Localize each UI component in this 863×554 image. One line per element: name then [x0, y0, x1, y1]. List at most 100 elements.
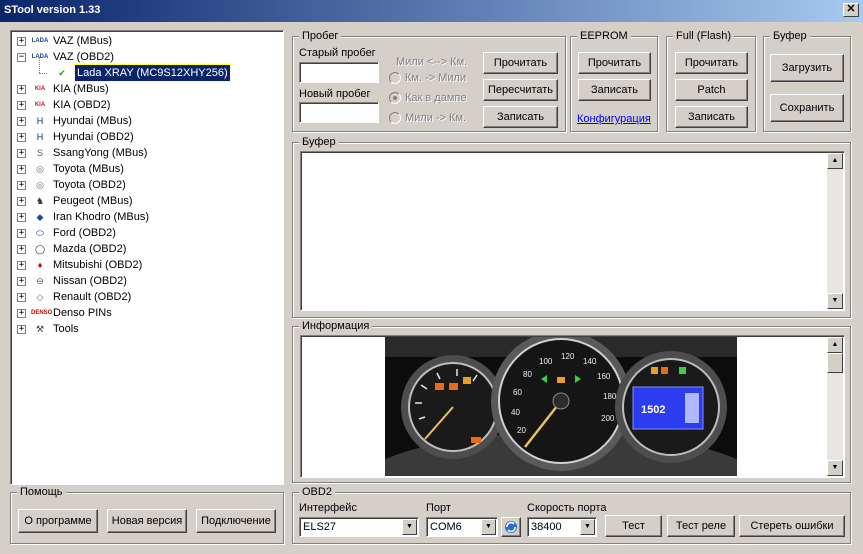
tree-item-label[interactable]: Hyundai (OBD2)	[53, 129, 134, 145]
tree-item[interactable]: + ♞ Peugeot (MBus)	[15, 193, 280, 209]
interface-dropdown-icon[interactable]: ▼	[402, 519, 417, 535]
expand-icon[interactable]: +	[17, 117, 26, 126]
tree-item-label[interactable]: Toyota (MBus)	[53, 161, 124, 177]
expand-icon[interactable]: +	[17, 245, 26, 254]
info-scrollbar[interactable]: ▲ ▼	[827, 337, 843, 476]
buffer-textarea[interactable]: ▲ ▼	[300, 151, 845, 311]
test-relay-button[interactable]: Тест реле	[667, 515, 735, 537]
expand-icon[interactable]: +	[17, 325, 26, 334]
buffer-scrollbar[interactable]: ▲ ▼	[827, 153, 843, 309]
tree-item-label[interactable]: Renault (OBD2)	[53, 289, 131, 305]
tree-item[interactable]: ✔ Lada XRAY (MC9S12XHY256)	[15, 57, 280, 82]
buffer-scroll-down-icon[interactable]: ▼	[827, 293, 843, 309]
info-scroll-up-icon[interactable]: ▲	[827, 337, 843, 353]
tree-item-label[interactable]: Hyundai (MBus)	[53, 113, 132, 129]
close-button[interactable]: ✕	[843, 3, 859, 17]
expand-icon[interactable]: +	[17, 149, 26, 158]
old-mileage-input[interactable]	[299, 62, 379, 83]
miles-to-km-radio[interactable]	[389, 112, 401, 124]
tree-item[interactable]: + H Hyundai (MBus)	[15, 113, 280, 129]
tree-item-label[interactable]: KIA (MBus)	[53, 81, 109, 97]
tree-item-label[interactable]: Tools	[53, 321, 79, 337]
lada-logo-icon: LADA	[31, 54, 49, 60]
tree-item[interactable]: + ◎ Toyota (OBD2)	[15, 177, 280, 193]
expand-icon[interactable]: +	[17, 101, 26, 110]
tree-item-label[interactable]: Iran Khodro (MBus)	[53, 209, 149, 225]
mileage-write-button[interactable]: Записать	[483, 106, 558, 128]
eeprom-write-button[interactable]: Записать	[578, 79, 651, 101]
tree-item[interactable]: + DENSO Denso PINs	[15, 305, 280, 321]
flash-patch-button[interactable]: Patch	[675, 79, 748, 101]
info-scroll-down-icon[interactable]: ▼	[827, 460, 843, 476]
kia-logo-icon: KIA	[34, 102, 46, 108]
tree-item[interactable]: + KIA KIA (OBD2)	[15, 97, 280, 113]
mileage-read-button[interactable]: Прочитать	[483, 52, 558, 74]
info-scroll-thumb[interactable]	[827, 353, 843, 373]
tree-item[interactable]: + H Hyundai (OBD2)	[15, 129, 280, 145]
mileage-recalc-button[interactable]: Пересчитать	[483, 79, 558, 101]
collapse-icon[interactable]: −	[17, 53, 26, 62]
expand-icon[interactable]: +	[17, 133, 26, 142]
vehicle-tree[interactable]: + LADA VAZ (MBus) − LADA VAZ (OBD2) ✔ Lada XRAY…	[10, 30, 284, 485]
about-button[interactable]: О программе	[18, 509, 98, 533]
expand-icon[interactable]: +	[17, 85, 26, 94]
svg-text:60: 60	[513, 388, 522, 397]
tree-item-label[interactable]: Peugeot (MBus)	[53, 193, 132, 209]
port-select[interactable]: COM6 ▼	[426, 517, 498, 537]
tree-item-label[interactable]: Ford (OBD2)	[53, 225, 116, 241]
refresh-icon[interactable]	[501, 517, 521, 537]
flash-read-button[interactable]: Прочитать	[675, 52, 748, 74]
svg-text:180: 180	[603, 392, 617, 401]
tree-item-label[interactable]: Mazda (OBD2)	[53, 241, 126, 257]
expand-icon[interactable]: +	[17, 37, 26, 46]
tree-item-label[interactable]: Denso PINs	[53, 305, 112, 321]
expand-icon[interactable]: +	[17, 213, 26, 222]
port-speed-label: Скорость порта	[527, 502, 607, 514]
test-button[interactable]: Тест	[605, 515, 662, 537]
tree-item[interactable]: + ◯ Mazda (OBD2)	[15, 241, 280, 257]
expand-icon[interactable]: +	[17, 197, 26, 206]
expand-icon[interactable]: +	[17, 165, 26, 174]
expand-icon[interactable]: +	[17, 229, 26, 238]
tree-item-label[interactable]: Lada XRAY (MC9S12XHY256)	[74, 64, 231, 82]
eeprom-config-link[interactable]: Конфигурация	[577, 113, 651, 125]
tree-item[interactable]: − LADA VAZ (OBD2)	[15, 49, 280, 65]
buffer-save-button[interactable]: Сохранить	[770, 94, 844, 122]
new-version-button[interactable]: Новая версия	[107, 509, 187, 533]
expand-icon[interactable]: +	[17, 277, 26, 286]
buffer-load-button[interactable]: Загрузить	[770, 54, 844, 82]
tree-item[interactable]: + ⚒ Tools	[15, 321, 280, 337]
tree-item-label[interactable]: SsangYong (MBus)	[53, 145, 147, 161]
tree-item-label[interactable]: Mitsubishi (OBD2)	[53, 257, 142, 273]
port-speed-select[interactable]: 38400 ▼	[527, 517, 597, 537]
tree-item[interactable]: + LADA VAZ (MBus)	[15, 33, 280, 49]
expand-icon[interactable]: +	[17, 309, 26, 318]
buffer-scroll-up-icon[interactable]: ▲	[827, 153, 843, 169]
km-to-miles-radio[interactable]	[389, 72, 401, 84]
as-in-dump-radio[interactable]	[389, 92, 401, 104]
expand-icon[interactable]: +	[17, 293, 26, 302]
tree-item[interactable]: + ♦ Mitsubishi (OBD2)	[15, 257, 280, 273]
tree-item[interactable]: + ◎ Toyota (MBus)	[15, 161, 280, 177]
tree-item[interactable]: + ⬭ Ford (OBD2)	[15, 225, 280, 241]
new-mileage-input[interactable]	[299, 102, 379, 123]
tree-item[interactable]: + KIA KIA (MBus)	[15, 81, 280, 97]
tree-item-label[interactable]: Nissan (OBD2)	[53, 273, 127, 289]
tree-item[interactable]: + ⊖ Nissan (OBD2)	[15, 273, 280, 289]
tree-item-label[interactable]: VAZ (MBus)	[53, 33, 112, 49]
tree-item-label[interactable]: Toyota (OBD2)	[53, 177, 126, 193]
expand-icon[interactable]: +	[17, 261, 26, 270]
flash-write-button[interactable]: Записать	[675, 106, 748, 128]
eeprom-read-button[interactable]: Прочитать	[578, 52, 651, 74]
port-speed-dropdown-icon[interactable]: ▼	[580, 519, 595, 535]
connection-button[interactable]: Подключение	[196, 509, 276, 533]
tree-item[interactable]: + ◇ Renault (OBD2)	[15, 289, 280, 305]
tree-item[interactable]: + S SsangYong (MBus)	[15, 145, 280, 161]
port-dropdown-icon[interactable]: ▼	[481, 519, 496, 535]
expand-icon[interactable]: +	[17, 181, 26, 190]
clear-errors-button[interactable]: Стереть ошибки	[739, 515, 845, 537]
tree-item-label[interactable]: KIA (OBD2)	[53, 97, 110, 113]
interface-select[interactable]: ELS27 ▼	[299, 517, 419, 537]
tree-item[interactable]: + ◆ Iran Khodro (MBus)	[15, 209, 280, 225]
tree-item-label[interactable]: VAZ (OBD2)	[53, 49, 114, 65]
